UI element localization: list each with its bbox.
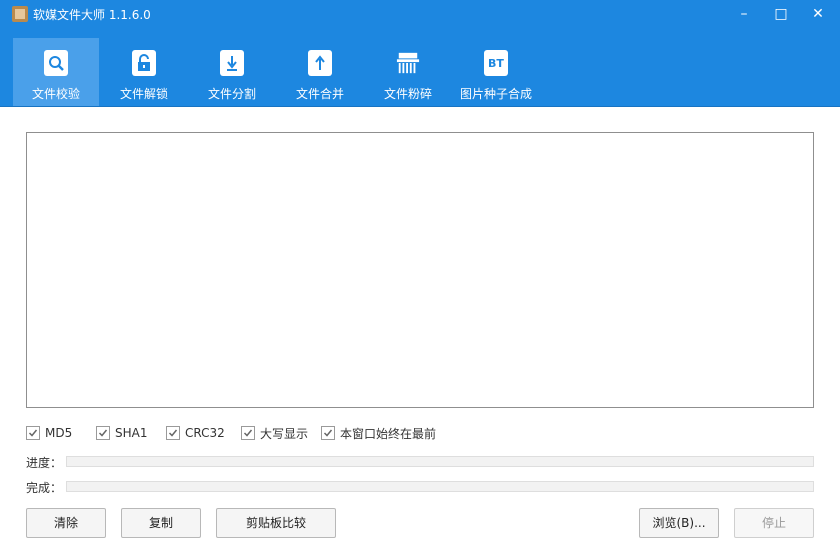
shredder-icon (396, 50, 420, 76)
copy-button[interactable]: 复制 (121, 508, 201, 538)
maximize-button[interactable]: □ (769, 4, 793, 24)
checkbox-checked-icon (26, 426, 40, 440)
tab-file-verify[interactable]: 文件校验 (13, 38, 99, 106)
option-label: 大写显示 (260, 426, 309, 441)
unlock-icon (132, 50, 156, 76)
checkbox-checked-icon (96, 426, 110, 440)
option-label: 本窗口始终在最前 (340, 426, 437, 441)
tab-file-merge[interactable]: 文件合并 (277, 38, 363, 106)
hash-options: MD5 SHA1 CRC32 大写显示 本窗口始终在最前 (26, 424, 806, 442)
minimize-button[interactable]: – (732, 4, 756, 24)
uppercase-checkbox[interactable]: 大写显示 (241, 424, 308, 442)
option-label: CRC32 (185, 426, 225, 440)
browse-button[interactable]: 浏览(B)... (639, 508, 719, 538)
sha1-checkbox[interactable]: SHA1 (96, 424, 147, 442)
option-label: SHA1 (115, 426, 148, 440)
tab-label: 文件分割 (207, 87, 256, 101)
window-title: 软媒文件大师 1.1.6.0 (33, 8, 151, 22)
tab-label: 图片种子合成 (459, 87, 532, 101)
md5-checkbox[interactable]: MD5 (26, 424, 72, 442)
checkbox-checked-icon (321, 426, 335, 440)
close-button[interactable]: ✕ (806, 4, 830, 24)
toolbar: 文件校验 文件解锁 文件分割 文件合并 文件粉碎 BT 图片种子合成 (0, 28, 840, 107)
progress-label: 进度： (26, 456, 63, 470)
result-output-area[interactable] (26, 132, 814, 408)
clipboard-compare-button[interactable]: 剪贴板比较 (216, 508, 336, 538)
complete-label: 完成： (26, 481, 63, 495)
option-label: MD5 (45, 426, 73, 440)
tab-file-unlock[interactable]: 文件解锁 (101, 38, 187, 106)
stop-button[interactable]: 停止 (734, 508, 814, 538)
bt-icon: BT (484, 50, 508, 76)
app-logo-icon (12, 6, 28, 22)
file-split-icon (220, 50, 244, 76)
tab-label: 文件校验 (31, 87, 80, 101)
tab-label: 文件合并 (295, 87, 344, 101)
magnifier-icon (44, 50, 68, 76)
checkbox-checked-icon (166, 426, 180, 440)
tab-file-shred[interactable]: 文件粉碎 (365, 38, 451, 106)
file-merge-icon (308, 50, 332, 76)
tab-label: 文件粉碎 (383, 87, 432, 101)
checkbox-checked-icon (241, 426, 255, 440)
tab-label: 文件解锁 (119, 87, 168, 101)
crc32-checkbox[interactable]: CRC32 (166, 424, 225, 442)
progress-bar (66, 456, 814, 467)
complete-bar (66, 481, 814, 492)
title-bar: 软媒文件大师 1.1.6.0 – □ ✕ (0, 0, 840, 28)
tab-image-torrent[interactable]: BT 图片种子合成 (453, 38, 539, 106)
always-on-top-checkbox[interactable]: 本窗口始终在最前 (321, 424, 436, 442)
clear-button[interactable]: 清除 (26, 508, 106, 538)
tab-file-split[interactable]: 文件分割 (189, 38, 275, 106)
